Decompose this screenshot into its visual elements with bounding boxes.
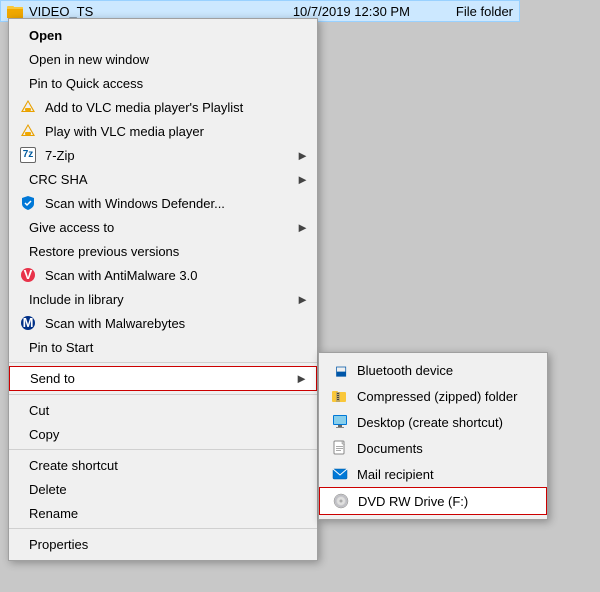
context-menu: Open Open in new window Pin to Quick acc… <box>8 18 318 561</box>
menu-item-give-access-label: Give access to <box>29 220 114 235</box>
submenu-desktop-label: Desktop (create shortcut) <box>357 415 503 430</box>
submenu-item-bluetooth[interactable]: ⬓ Bluetooth device <box>319 357 547 383</box>
menu-item-cut[interactable]: Cut <box>9 398 317 422</box>
menu-item-include-library-label: Include in library <box>29 292 124 307</box>
7zip-arrow-icon: ► <box>296 148 309 163</box>
menu-item-copy-label: Copy <box>29 427 59 442</box>
menu-item-7zip-label: 7-Zip <box>45 148 75 163</box>
include-library-arrow-icon: ► <box>296 292 309 307</box>
mail-icon <box>331 465 349 483</box>
submenu-mail-label: Mail recipient <box>357 467 434 482</box>
separator-3 <box>9 449 317 450</box>
menu-item-open-label: Open <box>29 28 62 43</box>
menu-item-copy[interactable]: Copy <box>9 422 317 446</box>
7zip-icon: 7z <box>19 146 37 164</box>
menu-item-scan-malwarebytes-label: Scan with Malwarebytes <box>45 316 185 331</box>
vlc-play-icon <box>19 122 37 140</box>
menu-item-crc-sha[interactable]: CRC SHA ► <box>9 167 317 191</box>
menu-item-restore-versions[interactable]: Restore previous versions <box>9 239 317 263</box>
menu-item-pin-start-label: Pin to Start <box>29 340 93 355</box>
give-access-arrow-icon: ► <box>296 220 309 235</box>
separator-2 <box>9 394 317 395</box>
menu-item-scan-antimalware-label: Scan with AntiMalware 3.0 <box>45 268 197 283</box>
defender-icon <box>19 194 37 212</box>
menu-item-cut-label: Cut <box>29 403 49 418</box>
bluetooth-icon: ⬓ <box>331 361 349 379</box>
menu-item-open-new-window-label: Open in new window <box>29 52 149 67</box>
menu-item-send-to-label: Send to <box>30 371 75 386</box>
menu-item-properties-label: Properties <box>29 537 88 552</box>
file-date: 10/7/2019 12:30 PM <box>293 4 410 19</box>
svg-text:M: M <box>23 315 34 330</box>
menu-item-play-vlc[interactable]: Play with VLC media player <box>9 119 317 143</box>
menu-item-create-shortcut[interactable]: Create shortcut <box>9 453 317 477</box>
crc-sha-arrow-icon: ► <box>296 172 309 187</box>
menu-item-include-library[interactable]: Include in library ► <box>9 287 317 311</box>
antimalware-icon: V <box>19 266 37 284</box>
menu-item-send-to[interactable]: Send to ► <box>9 366 317 391</box>
submenu-compressed-label: Compressed (zipped) folder <box>357 389 517 404</box>
menu-item-rename[interactable]: Rename <box>9 501 317 525</box>
submenu-item-desktop[interactable]: Desktop (create shortcut) <box>319 409 547 435</box>
submenu-documents-label: Documents <box>357 441 423 456</box>
menu-item-crc-sha-label: CRC SHA <box>29 172 88 187</box>
menu-item-give-access[interactable]: Give access to ► <box>9 215 317 239</box>
menu-item-properties[interactable]: Properties <box>9 532 317 556</box>
submenu-item-dvd[interactable]: DVD RW Drive (F:) <box>319 487 547 515</box>
separator-4 <box>9 528 317 529</box>
menu-item-pin-start[interactable]: Pin to Start <box>9 335 317 359</box>
submenu-item-compressed[interactable]: Compressed (zipped) folder <box>319 383 547 409</box>
menu-item-open[interactable]: Open <box>9 23 317 47</box>
submenu-bluetooth-label: Bluetooth device <box>357 363 453 378</box>
file-name: VIDEO_TS <box>29 4 287 19</box>
folder-icon <box>7 3 23 19</box>
documents-icon <box>331 439 349 457</box>
menu-item-scan-malwarebytes[interactable]: M Scan with Malwarebytes <box>9 311 317 335</box>
separator-1 <box>9 362 317 363</box>
compressed-folder-icon <box>331 387 349 405</box>
menu-item-play-vlc-label: Play with VLC media player <box>45 124 204 139</box>
menu-item-delete-label: Delete <box>29 482 67 497</box>
menu-item-add-vlc-playlist-label: Add to VLC media player's Playlist <box>45 100 243 115</box>
send-to-arrow-icon: ► <box>295 371 308 386</box>
menu-item-pin-quick-access-label: Pin to Quick access <box>29 76 143 91</box>
submenu-item-documents[interactable]: Documents <box>319 435 547 461</box>
menu-item-scan-defender[interactable]: Scan with Windows Defender... <box>9 191 317 215</box>
menu-item-restore-versions-label: Restore previous versions <box>29 244 179 259</box>
menu-item-scan-antimalware[interactable]: V Scan with AntiMalware 3.0 <box>9 263 317 287</box>
submenu-item-mail[interactable]: Mail recipient <box>319 461 547 487</box>
file-type: File folder <box>456 4 513 19</box>
desktop-icon <box>331 413 349 431</box>
menu-item-scan-defender-label: Scan with Windows Defender... <box>45 196 225 211</box>
menu-item-delete[interactable]: Delete <box>9 477 317 501</box>
vlc-icon <box>19 98 37 116</box>
submenu-dvd-label: DVD RW Drive (F:) <box>358 494 468 509</box>
menu-item-create-shortcut-label: Create shortcut <box>29 458 118 473</box>
menu-item-pin-quick-access[interactable]: Pin to Quick access <box>9 71 317 95</box>
send-to-submenu: ⬓ Bluetooth device Compressed (zipped) f… <box>318 352 548 520</box>
svg-text:V: V <box>24 267 33 282</box>
dvd-icon <box>332 492 350 510</box>
malwarebytes-icon: M <box>19 314 37 332</box>
menu-item-add-vlc-playlist[interactable]: Add to VLC media player's Playlist <box>9 95 317 119</box>
menu-item-rename-label: Rename <box>29 506 78 521</box>
menu-item-7zip[interactable]: 7z 7-Zip ► <box>9 143 317 167</box>
svg-text:⬓: ⬓ <box>335 363 347 378</box>
menu-item-open-new-window[interactable]: Open in new window <box>9 47 317 71</box>
